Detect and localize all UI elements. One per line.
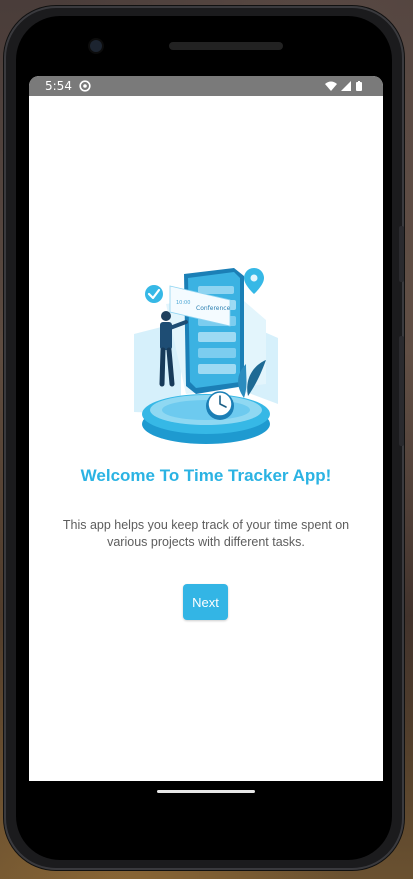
svg-text:Conference: Conference	[196, 305, 231, 312]
location-pin-icon	[244, 268, 264, 294]
power-button	[399, 336, 404, 446]
clock-icon	[206, 391, 234, 420]
battery-icon	[356, 81, 362, 91]
app-screen: 5:54 Conference 10:00 Welcome To Time Tr…	[29, 76, 383, 781]
phone-illustration	[184, 268, 244, 394]
next-button[interactable]: Next	[183, 584, 228, 620]
volume-button	[399, 226, 404, 282]
check-badge-icon	[145, 285, 163, 303]
earpiece-speaker	[169, 42, 283, 50]
status-icons	[325, 81, 362, 91]
svg-text:10:00: 10:00	[176, 300, 190, 306]
home-gesture-handle[interactable]	[157, 790, 255, 793]
time-tracker-illustration: Conference 10:00	[134, 268, 278, 444]
signal-icon	[341, 81, 351, 91]
navigation-bar	[29, 781, 383, 825]
status-time: 5:54	[45, 79, 72, 93]
app-notification-icon	[79, 80, 91, 92]
status-bar: 5:54	[29, 76, 383, 96]
welcome-description: This app helps you keep track of your ti…	[62, 518, 350, 549]
front-camera	[90, 40, 102, 52]
wifi-icon	[325, 81, 337, 91]
welcome-title: Welcome To Time Tracker App!	[80, 466, 332, 485]
